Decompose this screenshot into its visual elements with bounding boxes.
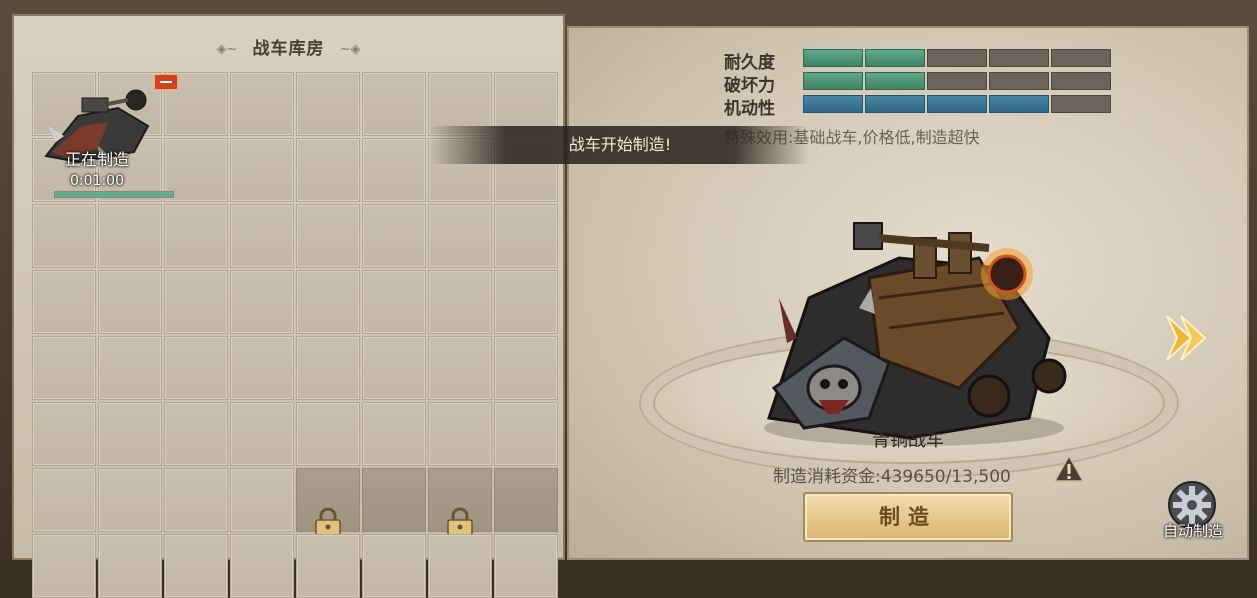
stat-segment-filled	[803, 95, 863, 113]
storage-slot[interactable]	[296, 204, 360, 268]
storage-slot[interactable]	[362, 270, 426, 334]
stat-label: 破坏力	[724, 76, 775, 96]
locked-slot[interactable]	[296, 468, 360, 537]
warehouse-header: ◈∼ 战车库房 ∼◈	[14, 34, 563, 59]
stat-segment-filled	[989, 95, 1049, 113]
build-progress-bar	[54, 191, 174, 198]
stat-segment-filled	[865, 95, 925, 113]
storage-slot[interactable]	[362, 402, 426, 466]
storage-slot[interactable]	[230, 270, 294, 334]
stat-label: 机动性	[724, 99, 775, 119]
stat-segment-empty	[1051, 72, 1111, 90]
stat-segment-empty	[927, 72, 987, 90]
warehouse-title: 战车库房	[252, 39, 325, 59]
stat-segment-filled	[865, 72, 925, 90]
locked-slot[interactable]	[428, 468, 492, 537]
warning-icon[interactable]	[1053, 454, 1085, 484]
locked-slot[interactable]	[362, 468, 426, 532]
storage-slot[interactable]	[164, 402, 228, 466]
storage-slot[interactable]	[98, 534, 162, 598]
stat-label: 耐久度	[724, 53, 775, 73]
storage-slot[interactable]	[428, 336, 492, 400]
storage-slot[interactable]	[230, 534, 294, 598]
storage-slot[interactable]	[32, 270, 96, 334]
storage-slot[interactable]	[428, 270, 492, 334]
storage-slot[interactable]	[98, 402, 162, 466]
cart-detail-panel: 耐久度 破坏力 机动性 特殊效用:基础战车,价格低,制造超快 青铜战车 制造消耗资金…	[567, 26, 1249, 560]
storage-slot[interactable]	[494, 534, 558, 598]
storage-slot[interactable]	[362, 534, 426, 598]
storage-slot[interactable]	[164, 336, 228, 400]
storage-slot[interactable]	[230, 204, 294, 268]
build-progress-fill	[55, 192, 173, 197]
storage-slot[interactable]	[230, 336, 294, 400]
storage-slot[interactable]	[494, 402, 558, 466]
storage-slot[interactable]	[494, 270, 558, 334]
storage-slot[interactable]	[296, 270, 360, 334]
toast-message: 战车开始制造!	[430, 126, 810, 164]
build-cost-label: 制造消耗资金:439650/13,500	[773, 467, 1011, 487]
storage-slot[interactable]	[98, 270, 162, 334]
storage-slot[interactable]	[362, 204, 426, 268]
stat-segment-filled	[865, 49, 925, 67]
storage-slot[interactable]	[362, 138, 426, 202]
stat-bar	[803, 95, 1111, 113]
build-timer: 0:01:00	[70, 173, 124, 189]
storage-slot[interactable]	[164, 204, 228, 268]
storage-slot[interactable]	[164, 534, 228, 598]
building-cart-slot[interactable]: 正在制造 0:01:00	[32, 72, 178, 202]
storage-slot[interactable]	[494, 336, 558, 400]
storage-slot[interactable]	[32, 534, 96, 598]
next-cart-arrow-icon[interactable]	[1161, 310, 1211, 366]
stat-bar	[803, 72, 1111, 90]
bronze-war-cart-image	[764, 222, 1067, 446]
stat-bar	[803, 49, 1111, 67]
ornament-right-icon: ∼◈	[339, 42, 361, 57]
storage-slot[interactable]	[362, 336, 426, 400]
stat-segment-empty	[989, 72, 1049, 90]
storage-slot[interactable]	[296, 138, 360, 202]
storage-slot[interactable]	[32, 204, 96, 268]
storage-slot[interactable]	[164, 270, 228, 334]
stat-segment-filled	[803, 72, 863, 90]
storage-slot[interactable]	[230, 402, 294, 466]
lock-icon	[315, 507, 341, 537]
stat-segment-empty	[989, 49, 1049, 67]
build-button[interactable]: 制造	[803, 492, 1013, 542]
warehouse-panel: ◈∼ 战车库房 ∼◈ 正在制造 0:01:00	[12, 14, 565, 598]
storage-slot[interactable]	[362, 72, 426, 136]
storage-slot[interactable]	[230, 138, 294, 202]
storage-slot[interactable]	[98, 204, 162, 268]
auto-build-label[interactable]: 自动制造	[1153, 520, 1233, 541]
cart-name: 青铜战车	[872, 430, 944, 451]
storage-slot[interactable]	[296, 402, 360, 466]
storage-slot[interactable]	[428, 402, 492, 466]
storage-slot[interactable]	[428, 204, 492, 268]
storage-slot[interactable]	[428, 534, 492, 598]
storage-slot[interactable]	[230, 468, 294, 532]
stat-segment-empty	[1051, 95, 1111, 113]
storage-slot[interactable]	[494, 204, 558, 268]
build-status-label: 正在制造	[64, 150, 129, 169]
storage-slot[interactable]	[32, 402, 96, 466]
ornament-left-icon: ◈∼	[216, 42, 238, 57]
stat-segment-empty	[927, 49, 987, 67]
storage-slot[interactable]	[230, 72, 294, 136]
storage-slot[interactable]	[296, 336, 360, 400]
storage-slot[interactable]	[98, 336, 162, 400]
storage-slot[interactable]	[32, 468, 96, 532]
remove-badge[interactable]	[154, 74, 178, 90]
storage-slot[interactable]	[32, 336, 96, 400]
storage-slot[interactable]	[98, 468, 162, 532]
storage-slot[interactable]	[296, 534, 360, 598]
stat-segment-filled	[803, 49, 863, 67]
storage-slot[interactable]	[164, 468, 228, 532]
stat-segment-filled	[927, 95, 987, 113]
locked-slot[interactable]	[494, 468, 558, 532]
storage-slot[interactable]	[296, 72, 360, 136]
stat-segment-empty	[1051, 49, 1111, 67]
lock-icon	[447, 507, 473, 537]
